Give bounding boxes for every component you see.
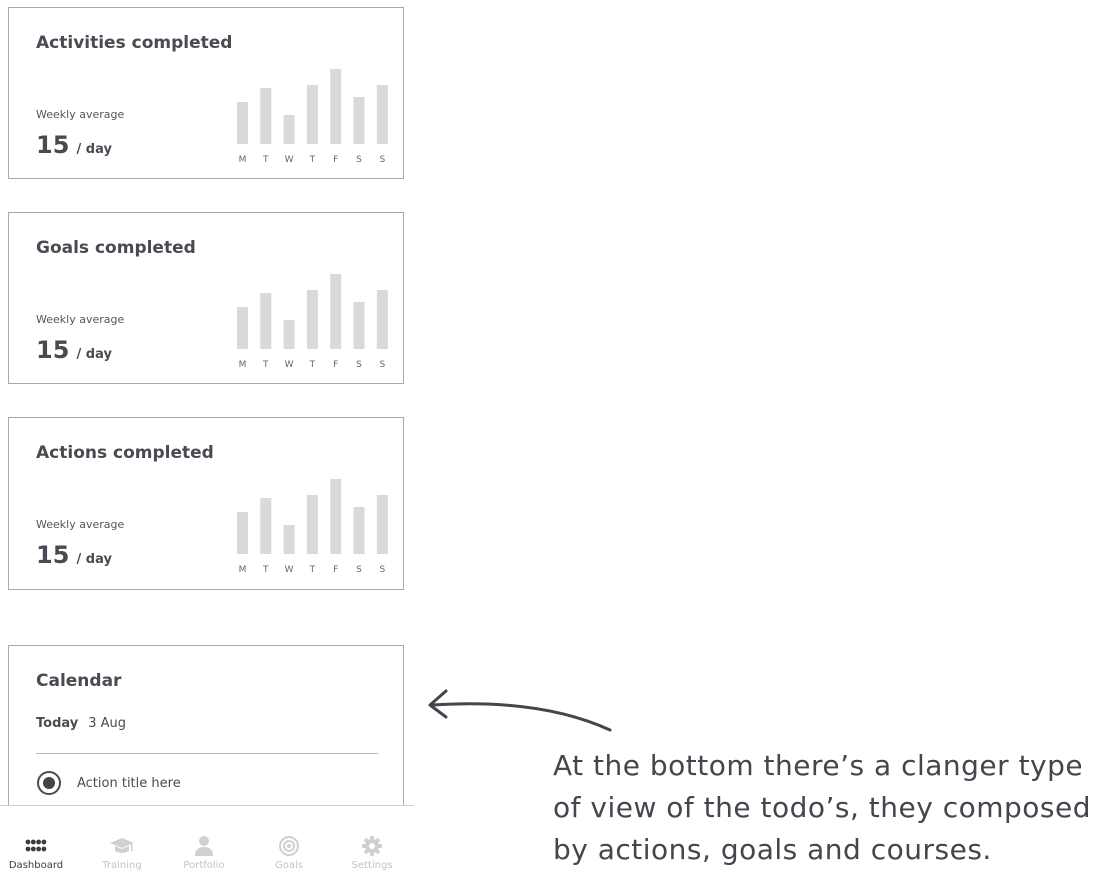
chart-bar (353, 507, 365, 554)
divider (36, 753, 378, 754)
chart-bar (306, 85, 318, 144)
nav-item-training[interactable]: Training (81, 834, 163, 871)
chart-bar (283, 525, 295, 554)
bottom-navigation: Dashboard Training Portfolio Goals Setti… (0, 805, 414, 896)
nav-item-portfolio[interactable]: Portfolio (163, 834, 245, 871)
annotation-text: At the bottom there’s a clanger type of … (553, 749, 1092, 866)
card-title: Actions completed (36, 443, 214, 463)
chart-day-label: T (262, 155, 269, 163)
chart-day-label: T (262, 565, 269, 573)
average-number: 15 (36, 336, 70, 364)
chart-bar (353, 302, 365, 349)
chart-day-label: F (333, 565, 338, 573)
average-unit: / day (76, 347, 112, 362)
chart-bar (237, 512, 248, 554)
chart-bar (353, 97, 365, 144)
calendar-date: 3 Aug (88, 716, 127, 731)
chart-bar (260, 88, 272, 144)
chart-day-label: S (356, 155, 362, 163)
chart-bar (330, 69, 342, 144)
chart-day-label: F (333, 155, 338, 163)
chart-day-label: W (285, 565, 294, 573)
nav-label: Goals (275, 860, 303, 871)
nav-label: Dashboard (8, 860, 64, 871)
weekly-average-value: 15 / day (36, 131, 112, 159)
today-label: Today (36, 716, 79, 731)
calendar-title: Calendar (36, 671, 122, 691)
chart-day-label: M (239, 155, 247, 163)
chart-day-label: S (379, 155, 385, 163)
radio-dot (43, 777, 55, 789)
chart-bar (306, 290, 318, 349)
chart-bar (330, 479, 342, 554)
chart-bar (237, 102, 248, 144)
chart-day-label: S (356, 565, 362, 573)
weekly-bar-chart: MTWTFSS (237, 274, 388, 368)
card-subtitle: Weekly average (36, 108, 125, 121)
target-icon (248, 834, 330, 858)
chart-bar (376, 495, 388, 554)
gear-icon (331, 834, 413, 858)
annotation-arrow-icon (428, 689, 612, 732)
graduation-cap-icon (81, 834, 163, 858)
chart-bar (306, 495, 318, 554)
chart-day-label: M (239, 565, 247, 573)
chart-day-label: S (356, 360, 362, 368)
nav-label: Settings (351, 860, 393, 871)
weekly-bar-chart: MTWTFSS (237, 69, 388, 163)
nav-label: Portfolio (183, 860, 225, 871)
activities-card: Activities completed Weekly average 15 /… (8, 7, 404, 179)
chart-day-label: W (285, 155, 294, 163)
chart-bar (237, 307, 248, 349)
calendar-today: Today 3 Aug (36, 716, 126, 731)
chart-bar (260, 293, 272, 349)
chart-day-label: M (239, 360, 247, 368)
dashboard-grid-icon (0, 834, 77, 858)
chart-bar (283, 115, 295, 144)
chart-day-label: W (285, 360, 294, 368)
weekly-average-value: 15 / day (36, 336, 112, 364)
average-number: 15 (36, 541, 70, 569)
goals-card: Goals completed Weekly average 15 / day … (8, 212, 404, 384)
chart-bar (283, 320, 295, 349)
person-icon (163, 834, 245, 858)
nav-item-settings[interactable]: Settings (331, 834, 413, 871)
action-title[interactable]: Action title here (77, 776, 181, 791)
average-number: 15 (36, 131, 70, 159)
actions-card: Actions completed Weekly average 15 / da… (8, 417, 404, 590)
calendar-card: Calendar Today 3 Aug Action title here (8, 645, 404, 815)
chart-bar (376, 85, 388, 144)
nav-item-goals[interactable]: Goals (248, 834, 330, 871)
nav-label: Training (102, 860, 142, 871)
chart-day-label: F (333, 360, 338, 368)
average-unit: / day (76, 142, 112, 157)
chart-day-label: T (309, 565, 316, 573)
chart-bar (330, 274, 342, 349)
card-title: Goals completed (36, 238, 196, 258)
chart-bar (260, 498, 272, 554)
chart-day-label: S (379, 565, 385, 573)
chart-day-label: S (379, 360, 385, 368)
card-title: Activities completed (36, 33, 233, 53)
action-radio-button[interactable] (37, 771, 61, 795)
card-subtitle: Weekly average (36, 313, 125, 326)
chart-day-label: T (309, 155, 316, 163)
chart-day-label: T (309, 360, 316, 368)
average-unit: / day (76, 552, 112, 567)
card-subtitle: Weekly average (36, 518, 125, 531)
weekly-average-value: 15 / day (36, 541, 112, 569)
chart-bar (376, 290, 388, 349)
weekly-bar-chart: MTWTFSS (237, 479, 388, 573)
nav-item-dashboard[interactable]: Dashboard (0, 834, 77, 871)
chart-day-label: T (262, 360, 269, 368)
